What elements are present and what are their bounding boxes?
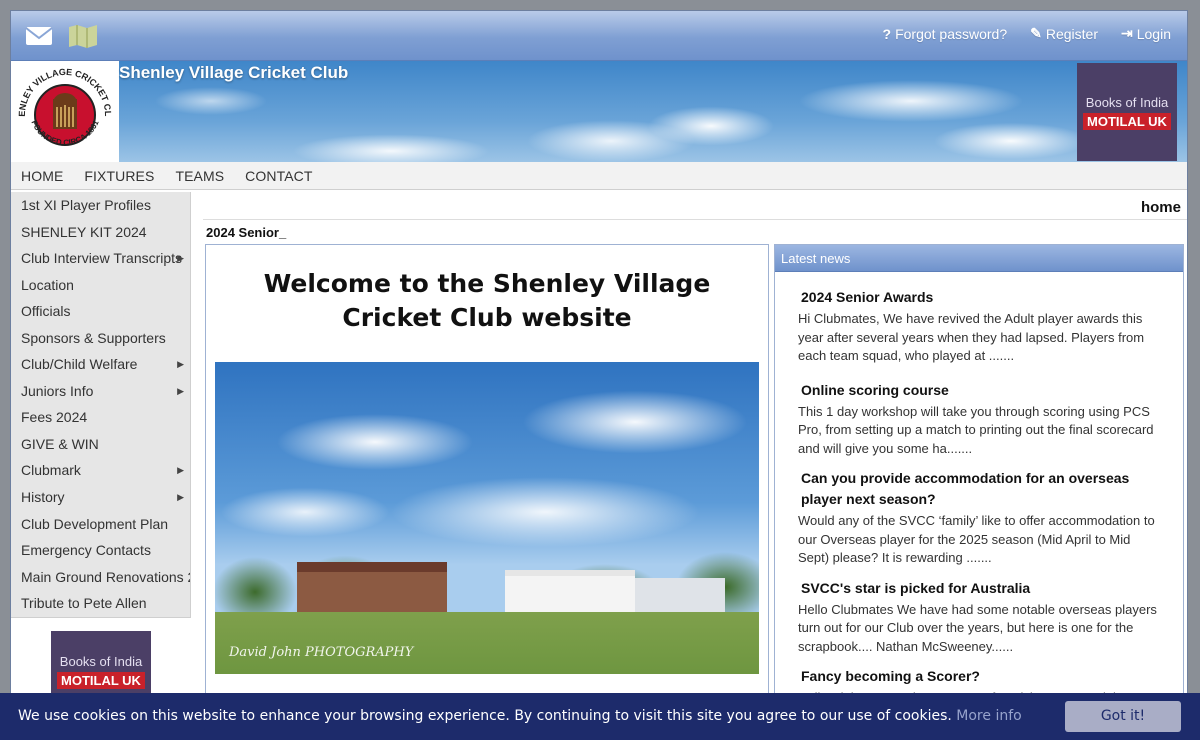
site-title[interactable]: Shenley Village Cricket Club [119,63,348,83]
page-frame: ?Forgot password? ✎Register ⇥Login SHENL… [10,10,1188,740]
sidebar-item[interactable]: Tribute to Pete Allen [11,590,190,617]
photo-field [215,612,759,674]
sidebar-item[interactable]: Juniors Info ▶ [11,378,190,405]
register-link[interactable]: ✎ Register [1030,25,1098,42]
welcome-panel: Welcome to the Shenley Village Cricket C… [205,244,769,739]
sidebar-item[interactable]: Officials [11,298,190,325]
accept-cookies-button[interactable]: Got it! [1065,701,1181,732]
photo-stand [635,578,725,614]
cookie-message: We use cookies on this website to enhanc… [18,708,1022,724]
sidebar-item[interactable]: Emergency Contacts [11,537,190,564]
login-icon: ⇥ [1121,25,1133,41]
news-title[interactable]: 2024 Senior Awards [798,287,1161,308]
sidebar-item[interactable]: Location [11,272,190,299]
sidebar-item[interactable]: Club/Child Welfare ▶ [11,351,190,378]
sidebar-item[interactable]: Club Development Plan [11,511,190,538]
news-item: Online scoring course This 1 day worksho… [775,380,1183,459]
ticker-text: 2024 Senior_ [206,225,287,240]
photo-credit: David John PHOTOGRAPHY [229,645,414,660]
map-icon[interactable] [67,23,99,52]
news-title[interactable]: Online scoring course [798,380,1161,401]
news-body: Hello Clubmates We have had some notable… [798,601,1157,654]
sidebar-item[interactable]: Clubmark ▶ [11,457,190,484]
header-sponsor-ad[interactable]: Books of India MOTILAL UK [1077,63,1177,161]
news-item: Can you provide accommodation for an ove… [775,468,1183,568]
latest-news-panel: Latest news 2024 Senior Awards Hi Clubma… [774,244,1184,739]
page-heading-bar: home [203,192,1187,220]
account-links: ? Forgot password? ✎ Register ⇥ Login [883,25,1188,42]
club-logo[interactable]: SHENLEY VILLAGE CRICKET CLUB FOUNDED CIR… [11,61,119,162]
top-bar: ? Forgot password? ✎ Register ⇥ Login [11,11,1187,61]
news-body: Would any of the SVCC ‘family’ like to o… [798,513,1155,565]
news-title[interactable]: Can you provide accommodation for an ove… [798,468,1161,510]
latest-news-heading: Latest news [775,245,1183,272]
news-item: 2024 Senior Awards Hi Clubmates, We have… [775,287,1183,366]
news-title[interactable]: SVCC's star is picked for Australia [798,578,1161,599]
submenu-arrow-icon: ▶ [177,253,184,264]
sidebar-item[interactable]: Club Interview Transcripts ▶ [11,245,190,272]
sidebar-item[interactable]: GIVE & WIN [11,431,190,458]
main-nav: HOME FIXTURES TEAMS CONTACT [11,162,1187,190]
sidebar-item[interactable]: Fees 2024 [11,404,190,431]
submenu-arrow-icon: ▶ [177,492,184,503]
nav-contact[interactable]: CONTACT [245,168,312,184]
cookie-banner: We use cookies on this website to enhanc… [0,693,1200,740]
page-title: home [1140,199,1181,216]
photo-marquee [505,570,635,612]
more-info-link[interactable]: More info [956,708,1021,724]
help-icon: ? [882,25,892,42]
submenu-arrow-icon: ▶ [177,465,184,476]
nav-teams[interactable]: TEAMS [175,168,224,184]
sidebar-item[interactable]: History ▶ [11,484,190,511]
news-body: This 1 day workshop will take you throug… [798,403,1154,456]
pencil-icon: ✎ [1030,25,1042,41]
ground-photo: David John PHOTOGRAPHY [215,362,759,674]
news-item: SVCC's star is picked for Australia Hell… [775,578,1183,657]
submenu-arrow-icon: ▶ [177,385,184,396]
welcome-heading: Welcome to the Shenley Village Cricket C… [263,269,711,332]
news-title[interactable]: Fancy becoming a Scorer? [798,666,1161,687]
sidebar-item[interactable]: 1st XI Player Profiles [11,192,190,219]
forgot-password-link[interactable]: ? Forgot password? [883,25,1008,42]
sidebar-item[interactable]: Main Ground Renovations 20 [11,564,190,591]
sidebar-menu: 1st XI Player Profiles SHENLEY KIT 2024 … [11,192,191,618]
news-body: Hi Clubmates, We have revived the Adult … [798,311,1145,363]
mail-icon[interactable] [25,25,53,50]
nav-fixtures[interactable]: FIXTURES [84,168,154,184]
login-link[interactable]: ⇥ Login [1121,25,1171,42]
submenu-arrow-icon: ▶ [177,359,184,370]
sidebar-item[interactable]: SHENLEY KIT 2024 [11,219,190,246]
header-banner: SHENLEY VILLAGE CRICKET CLUB FOUNDED CIR… [11,61,1187,162]
nav-home[interactable]: HOME [21,168,63,184]
sidebar-item[interactable]: Sponsors & Supporters [11,325,190,352]
photo-pavilion [297,562,447,612]
